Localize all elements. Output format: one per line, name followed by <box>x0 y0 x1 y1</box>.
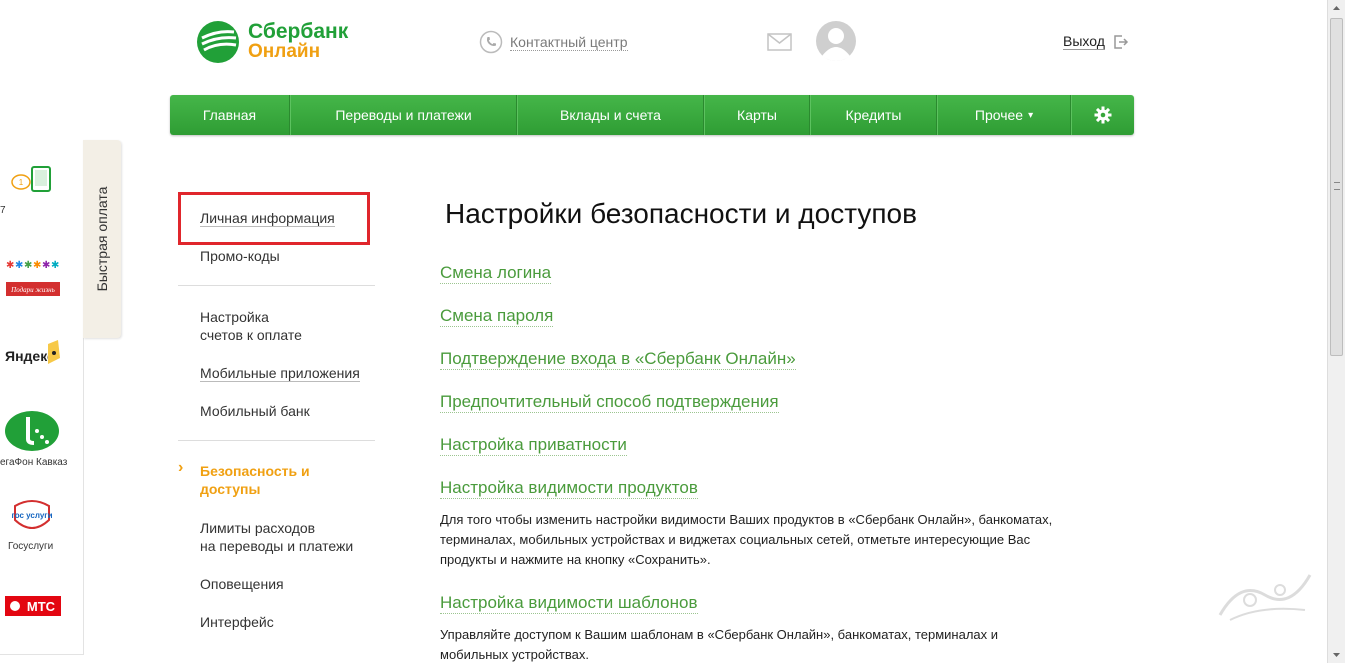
svg-text:✱: ✱ <box>51 260 59 271</box>
logout-icon <box>1114 34 1128 49</box>
svg-text:✱: ✱ <box>24 260 32 271</box>
nav-item-main[interactable]: Главная <box>170 95 290 135</box>
menu-item-label: Мобильные приложения <box>200 365 360 382</box>
menu-item-label: доступы <box>200 481 261 497</box>
main-navigation: Главная Переводы и платежи Вклады и счет… <box>170 95 1134 135</box>
charity-logo[interactable]: ✱ ✱ ✱ ✱ ✱ ✱ Подари жизнь <box>5 252 61 298</box>
menu-item-bill-settings[interactable]: Настройка счетов к оплате <box>200 308 302 344</box>
contact-center[interactable]: Контактный центр <box>479 30 628 54</box>
nav-item-more[interactable]: Прочее ▾ <box>937 95 1071 135</box>
menu-item-label: Настройка <box>200 309 269 325</box>
product-visibility-link[interactable]: Настройка видимости продуктов <box>440 478 698 499</box>
highlight-box <box>178 192 370 245</box>
quick-pay-panel <box>0 140 84 655</box>
menu-item-label: Мобильный банк <box>200 403 310 419</box>
nav-item-label: Вклады и счета <box>560 107 661 123</box>
menu-item-label: счетов к оплате <box>200 327 302 343</box>
menu-divider <box>178 440 375 441</box>
nav-item-label: Главная <box>202 107 257 123</box>
menu-item-mobile-bank[interactable]: Мобильный банк <box>200 402 310 420</box>
chevron-right-icon: › <box>178 459 184 476</box>
template-visibility-description: Управляйте доступом к Вашим шаблонам в «… <box>440 625 1140 663</box>
logo-title: Сбербанк <box>248 20 349 43</box>
menu-divider <box>178 285 375 286</box>
avatar-icon[interactable] <box>815 20 857 62</box>
page-title: Настройки безопасности и доступов <box>445 198 917 229</box>
mts-logo[interactable]: МТС <box>5 596 61 616</box>
description-line: Управляйте доступом к Вашим шаблонам в «… <box>440 627 999 642</box>
sberbank-logo-icon <box>197 21 239 63</box>
menu-item-limits[interactable]: Лимиты расходов на переводы и платежи <box>200 519 353 555</box>
svg-text:✱: ✱ <box>15 260 23 271</box>
charity-logo-text: Подари жизнь <box>10 286 55 294</box>
menu-item-notifications[interactable]: Оповещения <box>200 575 284 593</box>
logo-subtitle: Онлайн <box>248 41 321 62</box>
nav-item-cards[interactable]: Карты <box>704 95 810 135</box>
nav-item-credits[interactable]: Кредиты <box>810 95 937 135</box>
scrollbar-thumb[interactable] <box>1330 18 1343 356</box>
nav-item-transfers[interactable]: Переводы и платежи <box>290 95 517 135</box>
menu-item-label: Промо-коды <box>200 248 280 264</box>
logout[interactable]: Выход <box>1063 33 1129 50</box>
yandex-money-logo[interactable]: Яндекс <box>4 338 62 368</box>
description-line: Для того чтобы изменить настройки видимо… <box>440 512 1053 527</box>
svg-text:1: 1 <box>19 178 24 187</box>
phone-icon <box>479 30 503 54</box>
gosuslugi-logo[interactable]: гос услуги <box>10 498 54 534</box>
description-line: мобильных устройствах. <box>440 647 589 662</box>
product-visibility-description: Для того чтобы изменить настройки видимо… <box>440 510 1140 570</box>
description-line: продукты и нажмите на кнопку «Сохранить»… <box>440 552 711 567</box>
menu-item-label: Интерфейс <box>200 614 274 630</box>
contact-center-link[interactable]: Контактный центр <box>510 34 628 51</box>
nav-item-label: Кредиты <box>845 107 902 123</box>
sberbank-logo[interactable]: Сбербанк Онлайн <box>196 20 348 64</box>
svg-text:✱: ✱ <box>33 260 41 271</box>
megafon-logo[interactable] <box>4 409 60 453</box>
chevron-down-icon: ▾ <box>1028 109 1034 121</box>
menu-item-label: Оповещения <box>200 576 284 592</box>
scroll-up-icon[interactable] <box>1328 0 1345 17</box>
change-password-link[interactable]: Смена пароля <box>440 306 554 327</box>
vertical-scrollbar[interactable] <box>1327 0 1345 663</box>
settings-button[interactable] <box>1071 95 1134 135</box>
description-line: терминалах, мобильных устройствах и видж… <box>440 532 1031 547</box>
quick-pay-caption: 7 <box>0 205 6 216</box>
privacy-settings-link[interactable]: Настройка приватности <box>440 435 627 456</box>
tv-payment-icon[interactable]: 1 <box>10 165 54 193</box>
quick-pay-tab-label: Быстрая оплата <box>94 186 110 292</box>
svg-text:✱: ✱ <box>42 260 50 271</box>
preferred-confirmation-link[interactable]: Предпочтительный способ подтверждения <box>440 392 779 413</box>
mts-logo-text: МТС <box>27 599 56 614</box>
nav-item-deposits[interactable]: Вклады и счета <box>517 95 704 135</box>
megafon-caption: егаФон Кавказ <box>0 457 68 468</box>
gosuslugi-caption: Госуслуги <box>8 541 54 552</box>
quick-pay-tab[interactable]: Быстрая оплата <box>83 140 121 338</box>
watermark-logo <box>1218 574 1312 621</box>
logout-link[interactable]: Выход <box>1063 33 1105 50</box>
menu-item-security[interactable]: Безопасность и доступы <box>200 462 310 498</box>
menu-item-label: Лимиты расходов <box>200 520 316 536</box>
scroll-down-icon[interactable] <box>1328 646 1345 663</box>
yandex-logo-text: Яндекс <box>5 348 55 364</box>
svg-text:✱: ✱ <box>6 260 14 271</box>
menu-item-mobile-apps[interactable]: Мобильные приложения <box>200 364 360 382</box>
menu-item-promo-codes[interactable]: Промо-коды <box>200 247 280 265</box>
menu-item-interface[interactable]: Интерфейс <box>200 613 274 631</box>
gosuslugi-logo-text: гос услуги <box>11 511 52 520</box>
login-confirmation-link[interactable]: Подтверждение входа в «Сбербанк Онлайн» <box>440 349 796 370</box>
mail-icon[interactable] <box>767 33 792 51</box>
scrollbar-grip <box>1334 182 1340 190</box>
nav-item-label: Карты <box>737 107 777 123</box>
menu-item-label: Безопасность и <box>200 463 310 479</box>
change-login-link[interactable]: Смена логина <box>440 263 552 284</box>
template-visibility-link[interactable]: Настройка видимости шаблонов <box>440 593 698 614</box>
nav-item-label: Прочее <box>974 107 1024 123</box>
gear-icon <box>1094 106 1112 124</box>
menu-item-label: на переводы и платежи <box>200 538 354 554</box>
nav-item-label: Переводы и платежи <box>335 107 472 123</box>
